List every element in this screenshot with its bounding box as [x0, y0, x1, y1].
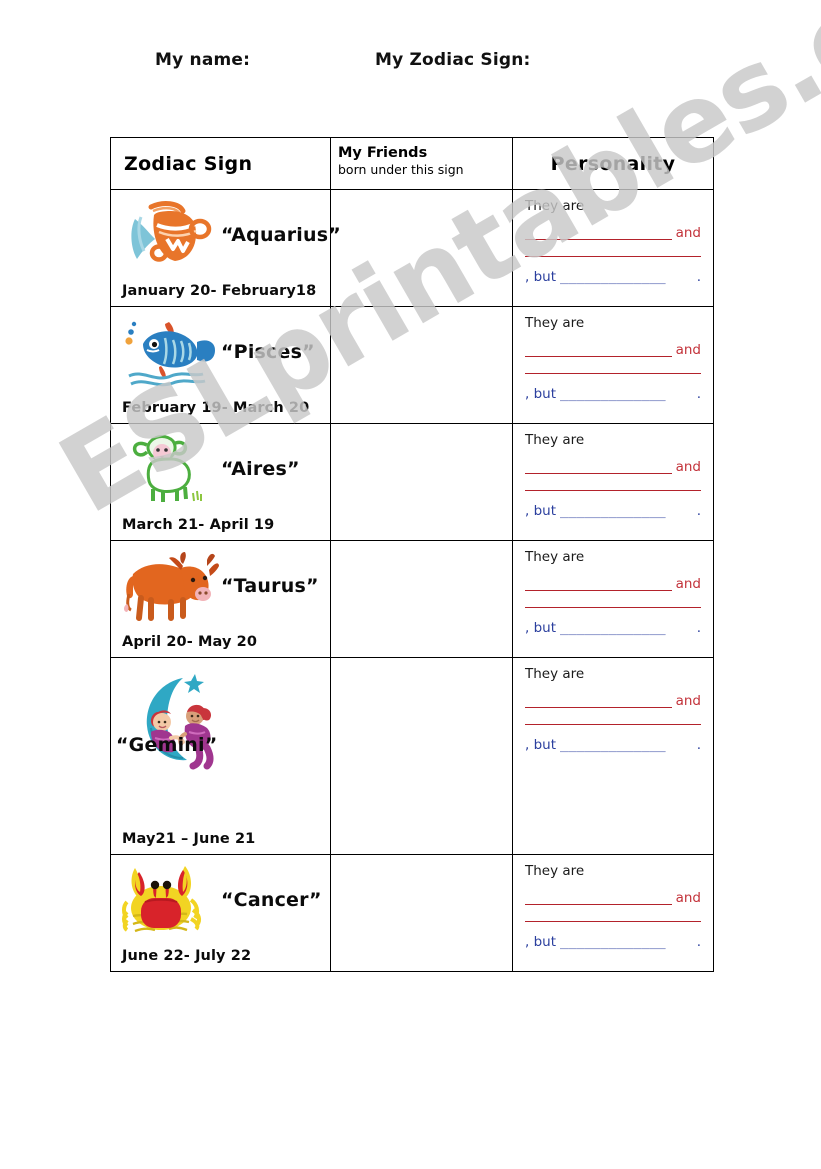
personality-period: .	[696, 737, 701, 754]
header-label-personality: Personality	[550, 152, 676, 175]
friends-cell-aquarius[interactable]	[331, 190, 513, 306]
personality-cell-gemini[interactable]: They are and , but _____________ .	[513, 658, 713, 854]
friends-cell-gemini[interactable]	[331, 658, 513, 854]
sign-dates-pisces: February 19- March 20	[122, 400, 310, 416]
personality-intro: They are	[525, 432, 585, 448]
personality-contrast: , but	[525, 934, 557, 951]
sign-cell-aires: “Aires” March 21- April 19	[111, 424, 331, 540]
personality-period: .	[696, 620, 701, 637]
pisces-fish-icon	[121, 314, 221, 390]
sign-dates-aires: March 21- April 19	[122, 517, 275, 533]
personality-period: .	[696, 269, 701, 286]
personality-contrast: , but	[525, 386, 557, 403]
sign-cell-cancer: “Cancer” June 22- July 22	[111, 855, 331, 971]
personality-connector: and	[675, 889, 701, 906]
aries-ram-icon	[121, 431, 221, 507]
personality-intro: They are	[525, 863, 585, 879]
personality-contrast: , but	[525, 503, 557, 520]
personality-blank-blue[interactable]: _____________	[560, 386, 697, 402]
page-header: My name: My Zodiac Sign:	[110, 50, 720, 90]
table-row: “Pisces” February 19- March 20 They are …	[111, 307, 713, 424]
personality-blank-red-1[interactable]	[525, 707, 672, 709]
personality-intro: They are	[525, 198, 585, 214]
taurus-bull-icon	[121, 548, 221, 624]
gemini-moon-twins-icon	[121, 668, 239, 774]
personality-period: .	[696, 386, 701, 403]
friends-cell-aires[interactable]	[331, 424, 513, 540]
zodiac-worksheet-table: Zodiac Sign My Friends born under this s…	[110, 137, 714, 972]
table-header-row: Zodiac Sign My Friends born under this s…	[111, 138, 713, 190]
personality-blank-red-1[interactable]	[525, 590, 672, 592]
personality-connector: and	[675, 575, 701, 592]
personality-blank-red-1[interactable]	[525, 356, 672, 358]
personality-blank-red-2[interactable]	[525, 256, 701, 258]
sign-dates-cancer: June 22- July 22	[122, 948, 252, 964]
personality-blank-blue[interactable]: _____________	[560, 737, 697, 753]
friends-cell-taurus[interactable]	[331, 541, 513, 657]
my-name-label: My name:	[155, 50, 251, 70]
personality-cell-aquarius[interactable]: They are and , but _____________ .	[513, 190, 713, 306]
personality-connector: and	[675, 692, 701, 709]
personality-blank-red-1[interactable]	[525, 473, 672, 475]
personality-blank-red-2[interactable]	[525, 490, 701, 492]
sign-cell-gemini: “Gemini” May21 – June 21	[111, 658, 331, 854]
sign-cell-aquarius: “Aquarius” January 20- February18	[111, 190, 341, 306]
sign-name-aquarius: “Aquarius”	[221, 224, 341, 246]
personality-connector: and	[675, 341, 701, 358]
friends-cell-pisces[interactable]	[331, 307, 513, 423]
sign-name-gemini: “Gemini”	[116, 734, 218, 756]
sign-name-pisces: “Pisces”	[221, 341, 315, 363]
personality-connector: and	[675, 224, 701, 241]
personality-period: .	[696, 503, 701, 520]
header-cell-personality: Personality	[513, 138, 713, 189]
sign-name-aires: “Aires”	[221, 458, 300, 480]
aquarius-urn-icon	[121, 197, 221, 273]
personality-cell-aires[interactable]: They are and , but _____________ .	[513, 424, 713, 540]
my-zodiac-sign-label: My Zodiac Sign:	[375, 50, 531, 70]
personality-contrast: , but	[525, 620, 557, 637]
header-cell-my-friends: My Friends born under this sign	[331, 138, 513, 189]
personality-cell-taurus[interactable]: They are and , but _____________ .	[513, 541, 713, 657]
personality-blank-red-2[interactable]	[525, 373, 701, 375]
personality-cell-pisces[interactable]: They are and , but _____________ .	[513, 307, 713, 423]
table-row: “Taurus” April 20- May 20 They are and ,…	[111, 541, 713, 658]
sign-dates-taurus: April 20- May 20	[122, 634, 258, 650]
personality-blank-red-1[interactable]	[525, 239, 672, 241]
sign-name-cancer: “Cancer”	[221, 889, 322, 911]
table-row: “Gemini” May21 – June 21 They are and , …	[111, 658, 713, 855]
personality-intro: They are	[525, 549, 585, 565]
personality-blank-red-2[interactable]	[525, 724, 701, 726]
table-row: “Aires” March 21- April 19 They are and …	[111, 424, 713, 541]
sign-cell-pisces: “Pisces” February 19- March 20	[111, 307, 331, 423]
sign-dates-gemini: May21 – June 21	[122, 831, 256, 847]
sign-dates-aquarius: January 20- February18	[122, 283, 317, 299]
friends-cell-cancer[interactable]	[331, 855, 513, 971]
header-label-zodiac-sign: Zodiac Sign	[124, 152, 253, 175]
personality-blank-blue[interactable]: _____________	[560, 503, 697, 519]
sign-name-taurus: “Taurus”	[221, 575, 319, 597]
personality-blank-blue[interactable]: _____________	[560, 934, 697, 950]
header-sublabel-born-under-this-sign: born under this sign	[338, 162, 464, 178]
table-row: “Aquarius” January 20- February18 They a…	[111, 190, 713, 307]
personality-period: .	[696, 934, 701, 951]
personality-intro: They are	[525, 666, 585, 682]
personality-contrast: , but	[525, 269, 557, 286]
personality-cell-cancer[interactable]: They are and , but _____________ .	[513, 855, 713, 971]
personality-contrast: , but	[525, 737, 557, 754]
personality-blank-red-2[interactable]	[525, 607, 701, 609]
personality-blank-red-2[interactable]	[525, 921, 701, 923]
personality-blank-blue[interactable]: _____________	[560, 269, 697, 285]
sign-cell-taurus: “Taurus” April 20- May 20	[111, 541, 331, 657]
header-label-my-friends: My Friends	[338, 145, 428, 161]
personality-blank-red-1[interactable]	[525, 904, 672, 906]
personality-connector: and	[675, 458, 701, 475]
cancer-crab-icon	[121, 862, 221, 938]
personality-intro: They are	[525, 315, 585, 331]
header-cell-zodiac-sign: Zodiac Sign	[111, 138, 331, 189]
table-row: “Cancer” June 22- July 22 They are and ,…	[111, 855, 713, 972]
personality-blank-blue[interactable]: _____________	[560, 620, 697, 636]
